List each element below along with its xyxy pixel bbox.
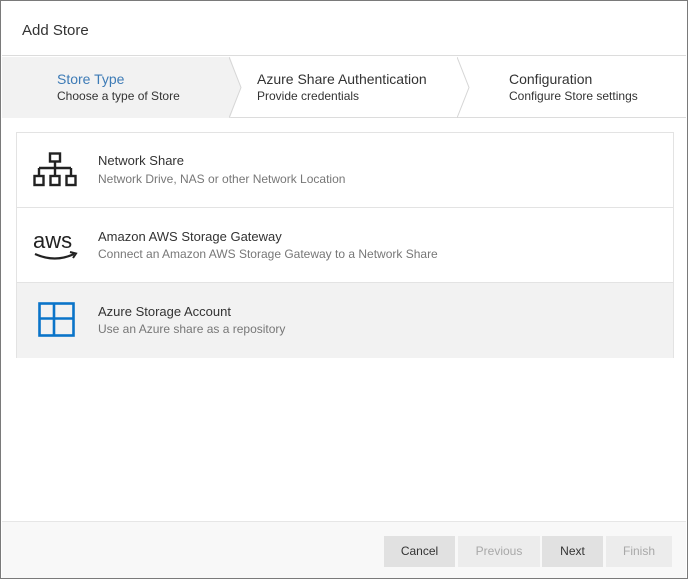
aws-logo-icon: aws [33,228,78,260]
step-title: Store Type [57,71,125,87]
dialog-titlebar: Add Store [2,2,686,56]
step-subtitle: Choose a type of Store [57,89,180,103]
next-button[interactable]: Next [542,536,603,567]
store-option-network-share[interactable]: Network Share Network Drive, NAS or othe… [17,133,673,208]
add-store-dialog: Add Store Store Type Choose a type of St… [0,0,688,579]
step-separator-icon [229,57,242,118]
dialog-title: Add Store [22,22,89,39]
wizard-steps: Store Type Choose a type of Store Azure … [2,57,686,118]
previous-button[interactable]: Previous [458,536,540,567]
windows-azure-icon [38,302,75,337]
wizard-step-configuration[interactable]: Configuration Configure Store settings [471,57,687,118]
store-option-azure-storage[interactable]: Azure Storage Account Use an Azure share… [17,283,673,358]
step-separator-icon [457,57,470,118]
aws-logo-text: aws [33,228,72,253]
store-option-aws-gateway[interactable]: aws Amazon AWS Storage Gateway Connect a… [17,208,673,283]
wizard-step-azure-auth[interactable]: Azure Share Authentication Provide crede… [243,57,457,118]
option-title: Azure Storage Account [98,304,231,319]
option-description: Connect an Amazon AWS Storage Gateway to… [98,247,438,261]
step-title: Configuration [509,71,593,87]
option-title: Amazon AWS Storage Gateway [98,229,282,244]
network-share-icon [33,152,77,187]
store-type-list: Network Share Network Drive, NAS or othe… [16,132,674,358]
step-title: Azure Share Authentication [257,71,427,87]
finish-button[interactable]: Finish [606,536,672,567]
option-title: Network Share [98,153,184,168]
option-description: Use an Azure share as a repository [98,322,286,336]
option-description: Network Drive, NAS or other Network Loca… [98,172,346,186]
dialog-footer: Cancel Previous Next Finish [2,521,686,578]
step-subtitle: Configure Store settings [509,89,638,103]
wizard-step-store-type[interactable]: Store Type Choose a type of Store [2,57,230,118]
step-subtitle: Provide credentials [257,89,360,103]
cancel-button[interactable]: Cancel [384,536,455,567]
